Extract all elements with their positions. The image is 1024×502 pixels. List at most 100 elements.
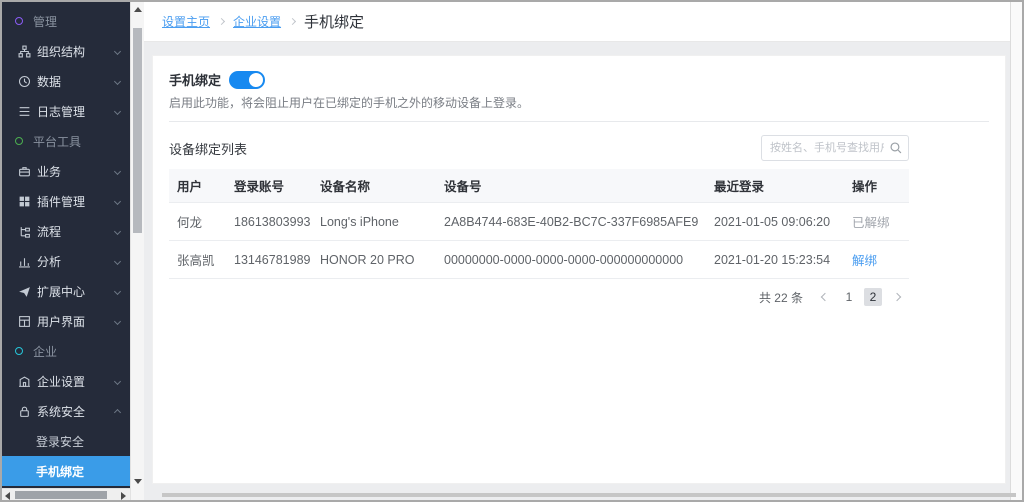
main-content: 设置主页 企业设置 手机绑定 手机绑定 启用此功能，将会阻止用户在已绑定的手机之…	[144, 2, 1010, 500]
sidebar-item-org-structure[interactable]: 组织结构	[2, 36, 130, 66]
column-header-actions: 操作	[844, 169, 909, 203]
cell-device-name: Long's iPhone	[312, 202, 436, 241]
device-list-title: 设备绑定列表	[169, 141, 248, 157]
mobile-binding-setting-label: 手机绑定	[169, 73, 222, 88]
chevron-down-icon	[113, 227, 122, 235]
column-header-last-login: 最近登录	[706, 169, 844, 203]
horizontal-scroll-thumb[interactable]	[15, 491, 107, 499]
cell-user: 何龙	[169, 202, 226, 241]
setting-description: 启用此功能，将会阻止用户在已绑定的手机之外的移动设备上登录。	[169, 96, 530, 110]
toggle-knob	[249, 72, 264, 87]
plugin-grid-icon	[19, 196, 30, 206]
settings-card: 手机绑定 启用此功能，将会阻止用户在已绑定的手机之外的移动设备上登录。 设备绑定…	[152, 55, 1006, 484]
column-header-device-name: 设备名称	[312, 169, 436, 203]
cell-user: 张高凯	[169, 240, 226, 279]
cell-device-id: 2A8B4744-683E-40B2-BC7C-337F6985AFE9	[436, 202, 706, 241]
org-chart-icon	[18, 45, 31, 57]
sidebar-section-admin[interactable]: 管理	[2, 6, 130, 36]
page-title: 手机绑定	[304, 14, 365, 31]
chevron-down-icon	[113, 287, 122, 295]
sidebar-section-platform-tools[interactable]: 平台工具	[2, 126, 130, 156]
scroll-down-icon[interactable]	[134, 479, 142, 484]
sidebar-item-user-interface[interactable]: 用户界面	[2, 306, 130, 336]
chevron-down-icon	[113, 317, 122, 325]
paper-plane-icon	[19, 286, 30, 297]
pagination-total: 共 22 条	[758, 290, 803, 305]
breadcrumb-separator-icon	[217, 17, 226, 26]
cell-account: 18613803993	[226, 202, 312, 241]
unbind-link[interactable]: 解绑	[852, 254, 877, 268]
mobile-binding-toggle[interactable]	[229, 70, 266, 89]
clock-icon	[18, 75, 31, 87]
sidebar-item-log-management[interactable]: 日志管理	[2, 96, 130, 126]
chevron-down-icon	[113, 257, 122, 265]
chevron-down-icon	[113, 77, 122, 85]
sidebar-horizontal-scrollbar	[2, 488, 130, 500]
chevron-down-icon	[113, 167, 122, 175]
ring-icon	[15, 17, 23, 25]
scroll-right-icon[interactable]	[121, 492, 126, 500]
search-input[interactable]	[761, 135, 909, 161]
scroll-left-icon[interactable]	[5, 492, 10, 500]
briefcase-icon	[19, 166, 30, 176]
bar-chart-icon	[18, 257, 31, 267]
app-window: 管理 组织结构 数据 日志管理 平台工具 业务 插件管理 流程 分析 扩展中心 …	[0, 0, 1024, 502]
cell-account: 13146781989	[226, 240, 312, 279]
chevron-down-icon	[113, 377, 122, 385]
cell-last-login: 2021-01-20 15:23:54	[706, 240, 844, 279]
main-horizontal-scroll-thumb[interactable]	[162, 493, 1016, 497]
sidebar-item-mobile-binding[interactable]: 手机绑定	[2, 456, 130, 486]
sidebar-section-label: 管理	[33, 14, 58, 29]
breadcrumb: 设置主页 企业设置 手机绑定	[144, 2, 1010, 42]
sidebar-section-enterprise[interactable]: 企业	[2, 336, 130, 366]
divider	[169, 121, 989, 122]
flow-icon	[20, 226, 30, 238]
sidebar: 管理 组织结构 数据 日志管理 平台工具 业务 插件管理 流程 分析 扩展中心 …	[2, 2, 130, 488]
table-row: 张高凯 13146781989 HONOR 20 PRO 00000000-00…	[169, 240, 909, 279]
table-header-row: 用户 登录账号 设备名称 设备号 最近登录 操作	[169, 169, 909, 203]
cell-device-name: HONOR 20 PRO	[312, 240, 436, 279]
sidebar-item-plugin-management[interactable]: 插件管理	[2, 186, 130, 216]
sidebar-section-label: 企业	[33, 344, 58, 359]
sidebar-item-analysis[interactable]: 分析	[2, 246, 130, 276]
log-list-icon	[19, 106, 30, 116]
scroll-up-icon[interactable]	[134, 7, 142, 12]
sidebar-item-business[interactable]: 业务	[2, 156, 130, 186]
sidebar-item-enterprise-settings[interactable]: 企业设置	[2, 366, 130, 396]
ring-icon	[15, 347, 23, 355]
column-header-device-id: 设备号	[436, 169, 706, 203]
breadcrumb-link-enterprise-settings[interactable]: 企业设置	[233, 13, 281, 30]
page-button-1[interactable]: 1	[840, 288, 858, 306]
user-search	[761, 135, 909, 161]
main-vertical-scrollbar[interactable]	[1010, 2, 1022, 500]
breadcrumb-link-settings-home[interactable]: 设置主页	[162, 13, 210, 30]
sidebar-section-label: 平台工具	[33, 134, 82, 149]
building-icon	[18, 376, 31, 387]
chevron-left-icon	[820, 292, 830, 302]
pagination: 共 22 条 1 2	[169, 288, 909, 306]
chevron-down-icon	[113, 107, 122, 115]
sidebar-item-login-security[interactable]: 登录安全	[2, 426, 130, 456]
lock-icon	[20, 406, 29, 417]
prev-page-button[interactable]	[816, 288, 834, 306]
table-row: 何龙 18613803993 Long's iPhone 2A8B4744-68…	[169, 202, 909, 241]
ring-icon	[15, 137, 23, 145]
chevron-down-icon	[113, 197, 122, 205]
sidebar-item-system-security[interactable]: 系统安全	[2, 396, 130, 426]
sidebar-item-workflow[interactable]: 流程	[2, 216, 130, 246]
chevron-down-icon	[113, 47, 122, 55]
search-icon[interactable]	[889, 141, 902, 154]
sidebar-item-extension-center[interactable]: 扩展中心	[2, 276, 130, 306]
chevron-right-icon	[892, 292, 902, 302]
ui-window-icon	[19, 315, 30, 327]
sidebar-item-data[interactable]: 数据	[2, 66, 130, 96]
chevron-up-icon	[113, 408, 122, 417]
breadcrumb-separator-icon	[288, 17, 297, 26]
sidebar-vertical-scrollbar	[130, 2, 144, 500]
cell-last-login: 2021-01-05 09:06:20	[706, 202, 844, 241]
next-page-button[interactable]	[888, 288, 906, 306]
status-unbound: 已解绑	[852, 216, 890, 230]
page-button-2[interactable]: 2	[864, 288, 882, 306]
column-header-account: 登录账号	[226, 169, 312, 203]
vertical-scroll-thumb[interactable]	[133, 28, 142, 233]
